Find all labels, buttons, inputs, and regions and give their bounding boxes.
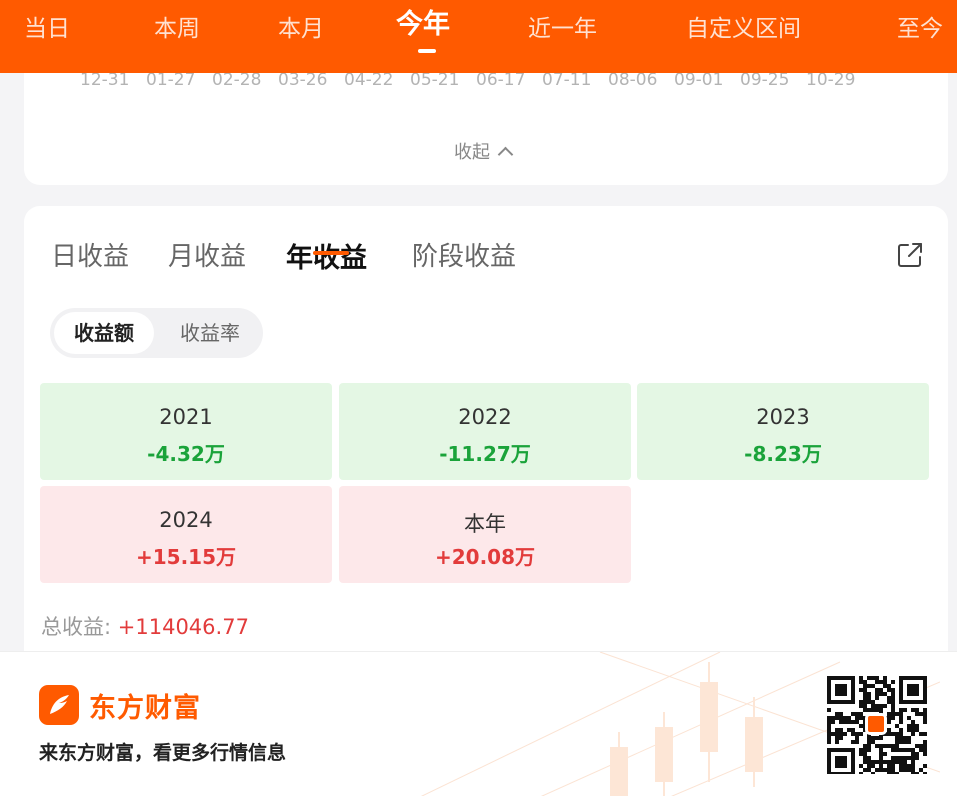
period-tab-today[interactable]: 当日 bbox=[24, 12, 70, 52]
profit-tabs: 日收益 月收益 年收益 阶段收益 bbox=[51, 236, 921, 286]
date-tick: 09-01 bbox=[674, 70, 724, 90]
year-cell-2024[interactable]: 2024 +15.15万 bbox=[40, 486, 332, 583]
date-tick: 09-25 bbox=[740, 70, 790, 90]
year-cell-this-year[interactable]: 本年 +20.08万 bbox=[339, 486, 631, 583]
date-axis: 12-31 01-27 02-28 03-26 04-22 05-21 06-1… bbox=[80, 70, 870, 94]
metric-segmented-control: 收益额 收益率 bbox=[50, 308, 263, 358]
tab-period-profit[interactable]: 阶段收益 bbox=[412, 236, 516, 273]
period-tab-last-year[interactable]: 近一年 bbox=[528, 12, 597, 52]
period-tab-this-year[interactable]: 今年 bbox=[396, 8, 450, 48]
date-tick: 04-22 bbox=[344, 70, 394, 90]
year-amount: -11.27万 bbox=[439, 442, 531, 466]
period-tab-to-date[interactable]: 至今 bbox=[897, 12, 943, 52]
date-tick: 07-11 bbox=[542, 70, 592, 90]
date-tick: 10-29 bbox=[806, 70, 856, 90]
promo-footer: 东方财富 来东方财富，看更多行情信息 bbox=[0, 651, 957, 796]
period-active-indicator bbox=[418, 49, 436, 53]
promo-slogan: 来东方财富，看更多行情信息 bbox=[39, 742, 287, 764]
year-amount: -8.23万 bbox=[744, 442, 822, 466]
year-label: 2022 bbox=[458, 405, 512, 429]
brand-name: 东方财富 bbox=[89, 692, 201, 724]
segment-profit-amount[interactable]: 收益额 bbox=[54, 312, 154, 354]
brand: 东方财富 bbox=[39, 685, 201, 725]
date-tick: 06-17 bbox=[476, 70, 526, 90]
yearly-profit-grid: 2021 -4.32万 2022 -11.27万 2023 -8.23万 202… bbox=[40, 383, 930, 583]
total-profit-label: 总收益: bbox=[41, 615, 118, 639]
segment-profit-rate[interactable]: 收益率 bbox=[160, 312, 260, 354]
date-tick: 05-21 bbox=[410, 70, 460, 90]
tab-monthly-profit[interactable]: 月收益 bbox=[168, 236, 246, 273]
date-tick: 02-28 bbox=[212, 70, 262, 90]
total-profit: 总收益: +114046.77 bbox=[41, 611, 249, 641]
tab-yearly-profit[interactable]: 年收益 bbox=[286, 236, 367, 275]
year-label: 2024 bbox=[159, 508, 213, 532]
share-icon[interactable] bbox=[897, 242, 923, 268]
date-tick: 03-26 bbox=[278, 70, 328, 90]
total-profit-value: +114046.77 bbox=[117, 615, 249, 639]
qr-brand-icon bbox=[865, 713, 887, 735]
year-label: 本年 bbox=[464, 512, 506, 536]
chevron-up-icon bbox=[497, 146, 514, 162]
year-amount: +15.15万 bbox=[135, 545, 237, 569]
year-cell-2023[interactable]: 2023 -8.23万 bbox=[637, 383, 929, 480]
profit-card: 日收益 月收益 年收益 阶段收益 收益额 收益率 2021 -4.32万 202… bbox=[24, 206, 948, 666]
date-tick: 01-27 bbox=[146, 70, 196, 90]
period-tab-month[interactable]: 本月 bbox=[278, 12, 324, 52]
year-amount: -4.32万 bbox=[147, 442, 225, 466]
brand-logo-icon bbox=[39, 685, 79, 725]
period-tab-week[interactable]: 本周 bbox=[154, 12, 200, 52]
tab-daily-profit[interactable]: 日收益 bbox=[51, 236, 129, 273]
period-tab-custom[interactable]: 自定义区间 bbox=[686, 12, 801, 52]
year-label: 2021 bbox=[159, 405, 213, 429]
period-bar: 当日 本周 本月 今年 近一年 自定义区间 至今 bbox=[0, 0, 957, 73]
tab-active-indicator bbox=[313, 251, 349, 255]
date-tick: 08-06 bbox=[608, 70, 658, 90]
year-label: 2023 bbox=[756, 405, 810, 429]
year-cell-2021[interactable]: 2021 -4.32万 bbox=[40, 383, 332, 480]
qr-code[interactable] bbox=[827, 676, 927, 776]
collapse-button[interactable]: 收起 bbox=[454, 138, 514, 164]
collapse-label: 收起 bbox=[454, 142, 490, 163]
year-cell-2022[interactable]: 2022 -11.27万 bbox=[339, 383, 631, 480]
year-amount: +20.08万 bbox=[434, 545, 536, 569]
date-tick: 12-31 bbox=[80, 70, 130, 90]
